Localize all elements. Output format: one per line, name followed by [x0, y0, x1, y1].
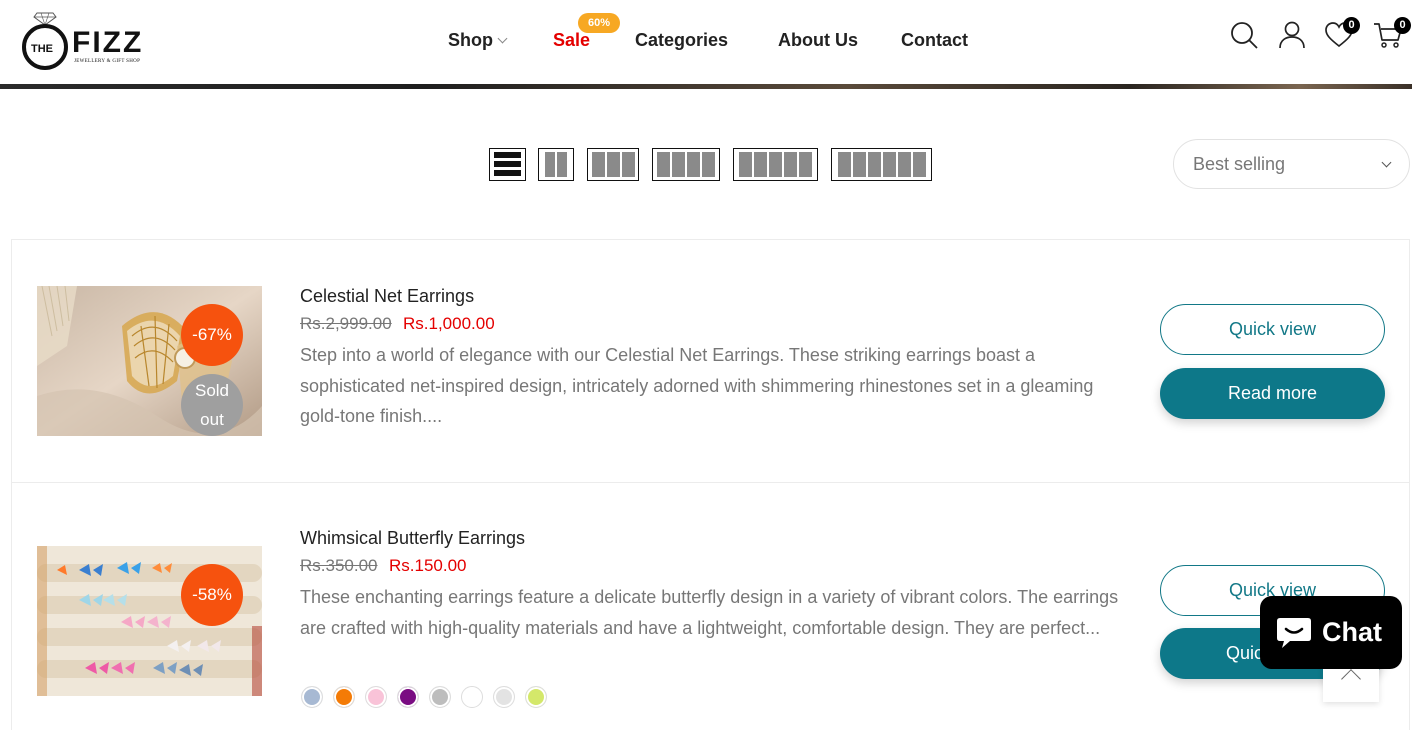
swatch-orange[interactable]	[333, 686, 355, 708]
chevron-up-icon	[1341, 669, 1361, 689]
site-header: THE FIZZ JEWELLERY & GIFT SHOP Shop 60% …	[0, 0, 1412, 84]
color-swatches	[301, 686, 547, 708]
nav-contact[interactable]: Contact	[901, 28, 968, 52]
old-price: Rs.350.00	[300, 556, 378, 575]
search-icon[interactable]	[1229, 20, 1259, 50]
swatch-silver[interactable]	[493, 686, 515, 708]
discount-badge: -58%	[181, 564, 243, 626]
chat-widget-button[interactable]: Chat	[1260, 596, 1402, 669]
site-logo[interactable]: THE FIZZ JEWELLERY & GIFT SHOP	[22, 12, 172, 70]
product-description: These enchanting earrings feature a deli…	[300, 587, 1119, 638]
chat-bubble-icon	[1277, 618, 1311, 648]
logo-tagline: JEWELLERY & GIFT SHOP	[74, 59, 141, 64]
read-more-button[interactable]: Read more	[1160, 368, 1385, 419]
chat-label: Chat	[1322, 617, 1382, 647]
list-view-button[interactable]	[489, 148, 526, 181]
nav-shop[interactable]: Shop	[448, 28, 508, 52]
product-description: Step into a world of elegance with our C…	[300, 345, 1094, 426]
sold-out-badge: Sold out	[181, 374, 243, 436]
sale-price: Rs.1,000.00	[403, 314, 495, 333]
discount-badge: -67%	[181, 304, 243, 366]
logo-the: THE	[31, 43, 53, 55]
swatch-pink[interactable]	[365, 686, 387, 708]
sort-select[interactable]: Best selling	[1173, 139, 1410, 189]
quick-view-button[interactable]: Quick view	[1160, 304, 1385, 355]
product-title[interactable]: Celestial Net Earrings	[300, 286, 474, 307]
sort-selected-value: Best selling	[1193, 154, 1286, 174]
grid-2-view-button[interactable]	[538, 148, 574, 181]
swatch-grey[interactable]	[429, 686, 451, 708]
user-icon[interactable]	[1277, 20, 1307, 50]
header-banner-strip	[0, 84, 1412, 89]
grid-5-view-button[interactable]	[733, 148, 818, 181]
chevron-down-icon	[497, 33, 508, 44]
chevron-down-icon	[1381, 157, 1392, 168]
nav-categories[interactable]: Categories	[635, 28, 728, 52]
logo-name: FIZZ	[72, 26, 144, 59]
swatch-purple[interactable]	[397, 686, 419, 708]
swatch-lime[interactable]	[525, 686, 547, 708]
wishlist-count: 0	[1343, 17, 1360, 34]
swatch-white[interactable]	[461, 686, 483, 708]
cart-count: 0	[1394, 17, 1411, 34]
product-image[interactable]: -67% Sold out	[37, 286, 262, 436]
nav-shop-label: Shop	[448, 30, 493, 50]
sale-price: Rs.150.00	[389, 556, 467, 575]
nav-sale[interactable]: Sale	[553, 28, 590, 52]
product-row: -67% Sold out Celestial Net Earrings Rs.…	[11, 239, 1410, 483]
nav-about-us[interactable]: About Us	[778, 28, 858, 52]
old-price: Rs.2,999.00	[300, 314, 392, 333]
swatch-light-blue[interactable]	[301, 686, 323, 708]
product-title[interactable]: Whimsical Butterfly Earrings	[300, 528, 525, 549]
product-image[interactable]: -58%	[37, 546, 262, 696]
grid-3-view-button[interactable]	[587, 148, 639, 181]
grid-4-view-button[interactable]	[652, 148, 720, 181]
grid-6-view-button[interactable]	[831, 148, 932, 181]
product-row: -58% Whimsical Butterfly Earrings Rs.350…	[11, 482, 1410, 730]
